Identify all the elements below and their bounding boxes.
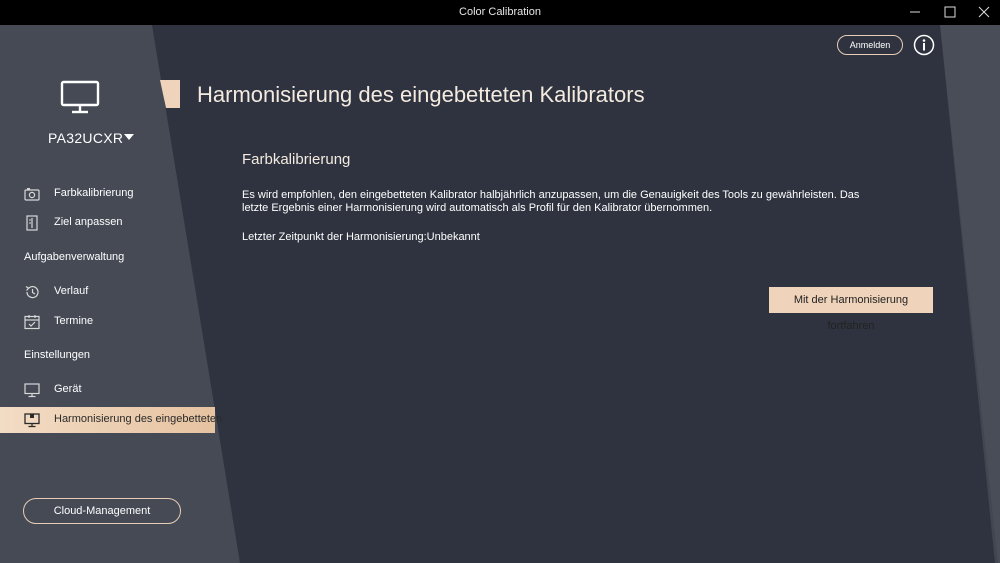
description-text: Es wird empfohlen, den eingebetteten Kal…: [242, 189, 860, 214]
sidebar-item-harmonisierung[interactable]: Harmonisierung des eingebetteten: [0, 407, 222, 433]
close-icon: [978, 6, 990, 18]
sidebar-item-verlauf[interactable]: Verlauf: [0, 279, 215, 305]
window-title: Color Calibration: [459, 6, 541, 18]
minimize-button[interactable]: [900, 0, 930, 25]
sidebar-item-label: Harmonisierung des eingebetteten: [54, 413, 223, 425]
sidebar-item-ziel-anpassen[interactable]: Ziel anpassen: [0, 210, 215, 236]
app-window: PA32UCXR Farbkalibrierung Ziel anpassen …: [0, 25, 1000, 563]
decorative-right-panel: [940, 25, 1000, 563]
maximize-button[interactable]: [935, 0, 965, 25]
page-title: Harmonisierung des eingebetteten Kalibra…: [197, 82, 645, 107]
sidebar-item-label: Verlauf: [54, 285, 89, 297]
sidebar-item-label: Gerät: [54, 383, 82, 395]
continue-harmonization-button[interactable]: Mit der Harmonisierung fortfahren: [769, 287, 933, 332]
title-bar: Color Calibration: [0, 0, 1000, 25]
section-title: Farbkalibrierung: [242, 151, 351, 168]
section-label-tasks: Aufgabenverwaltung: [24, 251, 125, 263]
minimize-icon: [910, 11, 920, 13]
sidebar-item-label: Ziel anpassen: [54, 216, 123, 228]
camera-icon: [24, 188, 40, 201]
last-harmonization-time: Letzter Zeitpunkt der Harmonisierung:Unb…: [242, 231, 480, 243]
login-button[interactable]: Anmelden: [837, 35, 903, 55]
monitor-icon: [60, 80, 100, 114]
info-icon[interactable]: [913, 34, 935, 56]
sidebar-item-termine[interactable]: Termine: [0, 309, 215, 335]
calendar-icon: [24, 315, 40, 330]
sidebar-item-label: Farbkalibrierung: [54, 187, 134, 199]
section-label-settings: Einstellungen: [24, 349, 91, 361]
calibrator-monitor-icon: [24, 413, 40, 428]
maximize-icon: [944, 6, 956, 18]
cloud-management-button[interactable]: Cloud-Management: [23, 498, 181, 524]
close-button[interactable]: [969, 0, 999, 25]
device-name[interactable]: PA32UCXR: [48, 130, 123, 146]
document-icon: [26, 215, 38, 231]
history-icon: [25, 285, 39, 299]
monitor-icon: [24, 383, 40, 398]
sidebar-item-farbkalibrierung[interactable]: Farbkalibrierung: [0, 181, 215, 207]
title-accent-marker: [160, 80, 180, 108]
chevron-down-icon[interactable]: [123, 131, 135, 143]
sidebar-item-geraet[interactable]: Gerät: [0, 377, 215, 403]
sidebar-item-label: Termine: [54, 315, 94, 327]
